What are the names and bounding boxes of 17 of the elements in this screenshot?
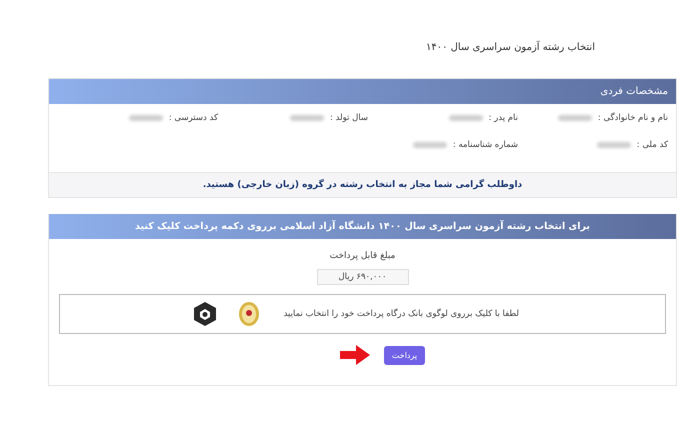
- field-label: شماره شناسنامه :: [452, 140, 518, 150]
- panel-header: برای انتخاب رشته آزمون سراسری سال ۱۴۰۰ دانشگاه آزاد اسلامی برروی دکمه پرداخت کلیک کنید: [49, 214, 676, 239]
- field-label: نام پدر :: [488, 112, 518, 122]
- pay-button[interactable]: پرداخت: [384, 346, 426, 364]
- field-label: سال تولد :: [330, 112, 368, 122]
- arrow-icon: [340, 345, 370, 365]
- field-label: کد ملی :: [636, 140, 668, 150]
- field-label: کد دسترسی :: [168, 112, 218, 122]
- instruction-text: لطفا با کلیک برروی لوگوی بانک درگاه پرداخت خود را انتخاب نمایید: [284, 309, 519, 319]
- field-label: نام و نام خانوادگی :: [598, 112, 668, 122]
- amount-label: مبلغ قابل پرداخت: [330, 251, 396, 261]
- notice-text: داوطلب گرامی شما مجاز به انتخاب رشته در گروه (زبان خارجی) هستید.: [49, 172, 676, 197]
- page-title: انتخاب رشته آزمون سراسری سال ۱۴۰۰: [424, 42, 596, 55]
- bank-emblem-icon[interactable]: [238, 301, 260, 327]
- bank-knot-icon[interactable]: [192, 301, 218, 327]
- amount-field: ۶۹۰,۰۰۰ ریال: [316, 269, 408, 285]
- panel-header: مشخصات فردی: [49, 79, 676, 104]
